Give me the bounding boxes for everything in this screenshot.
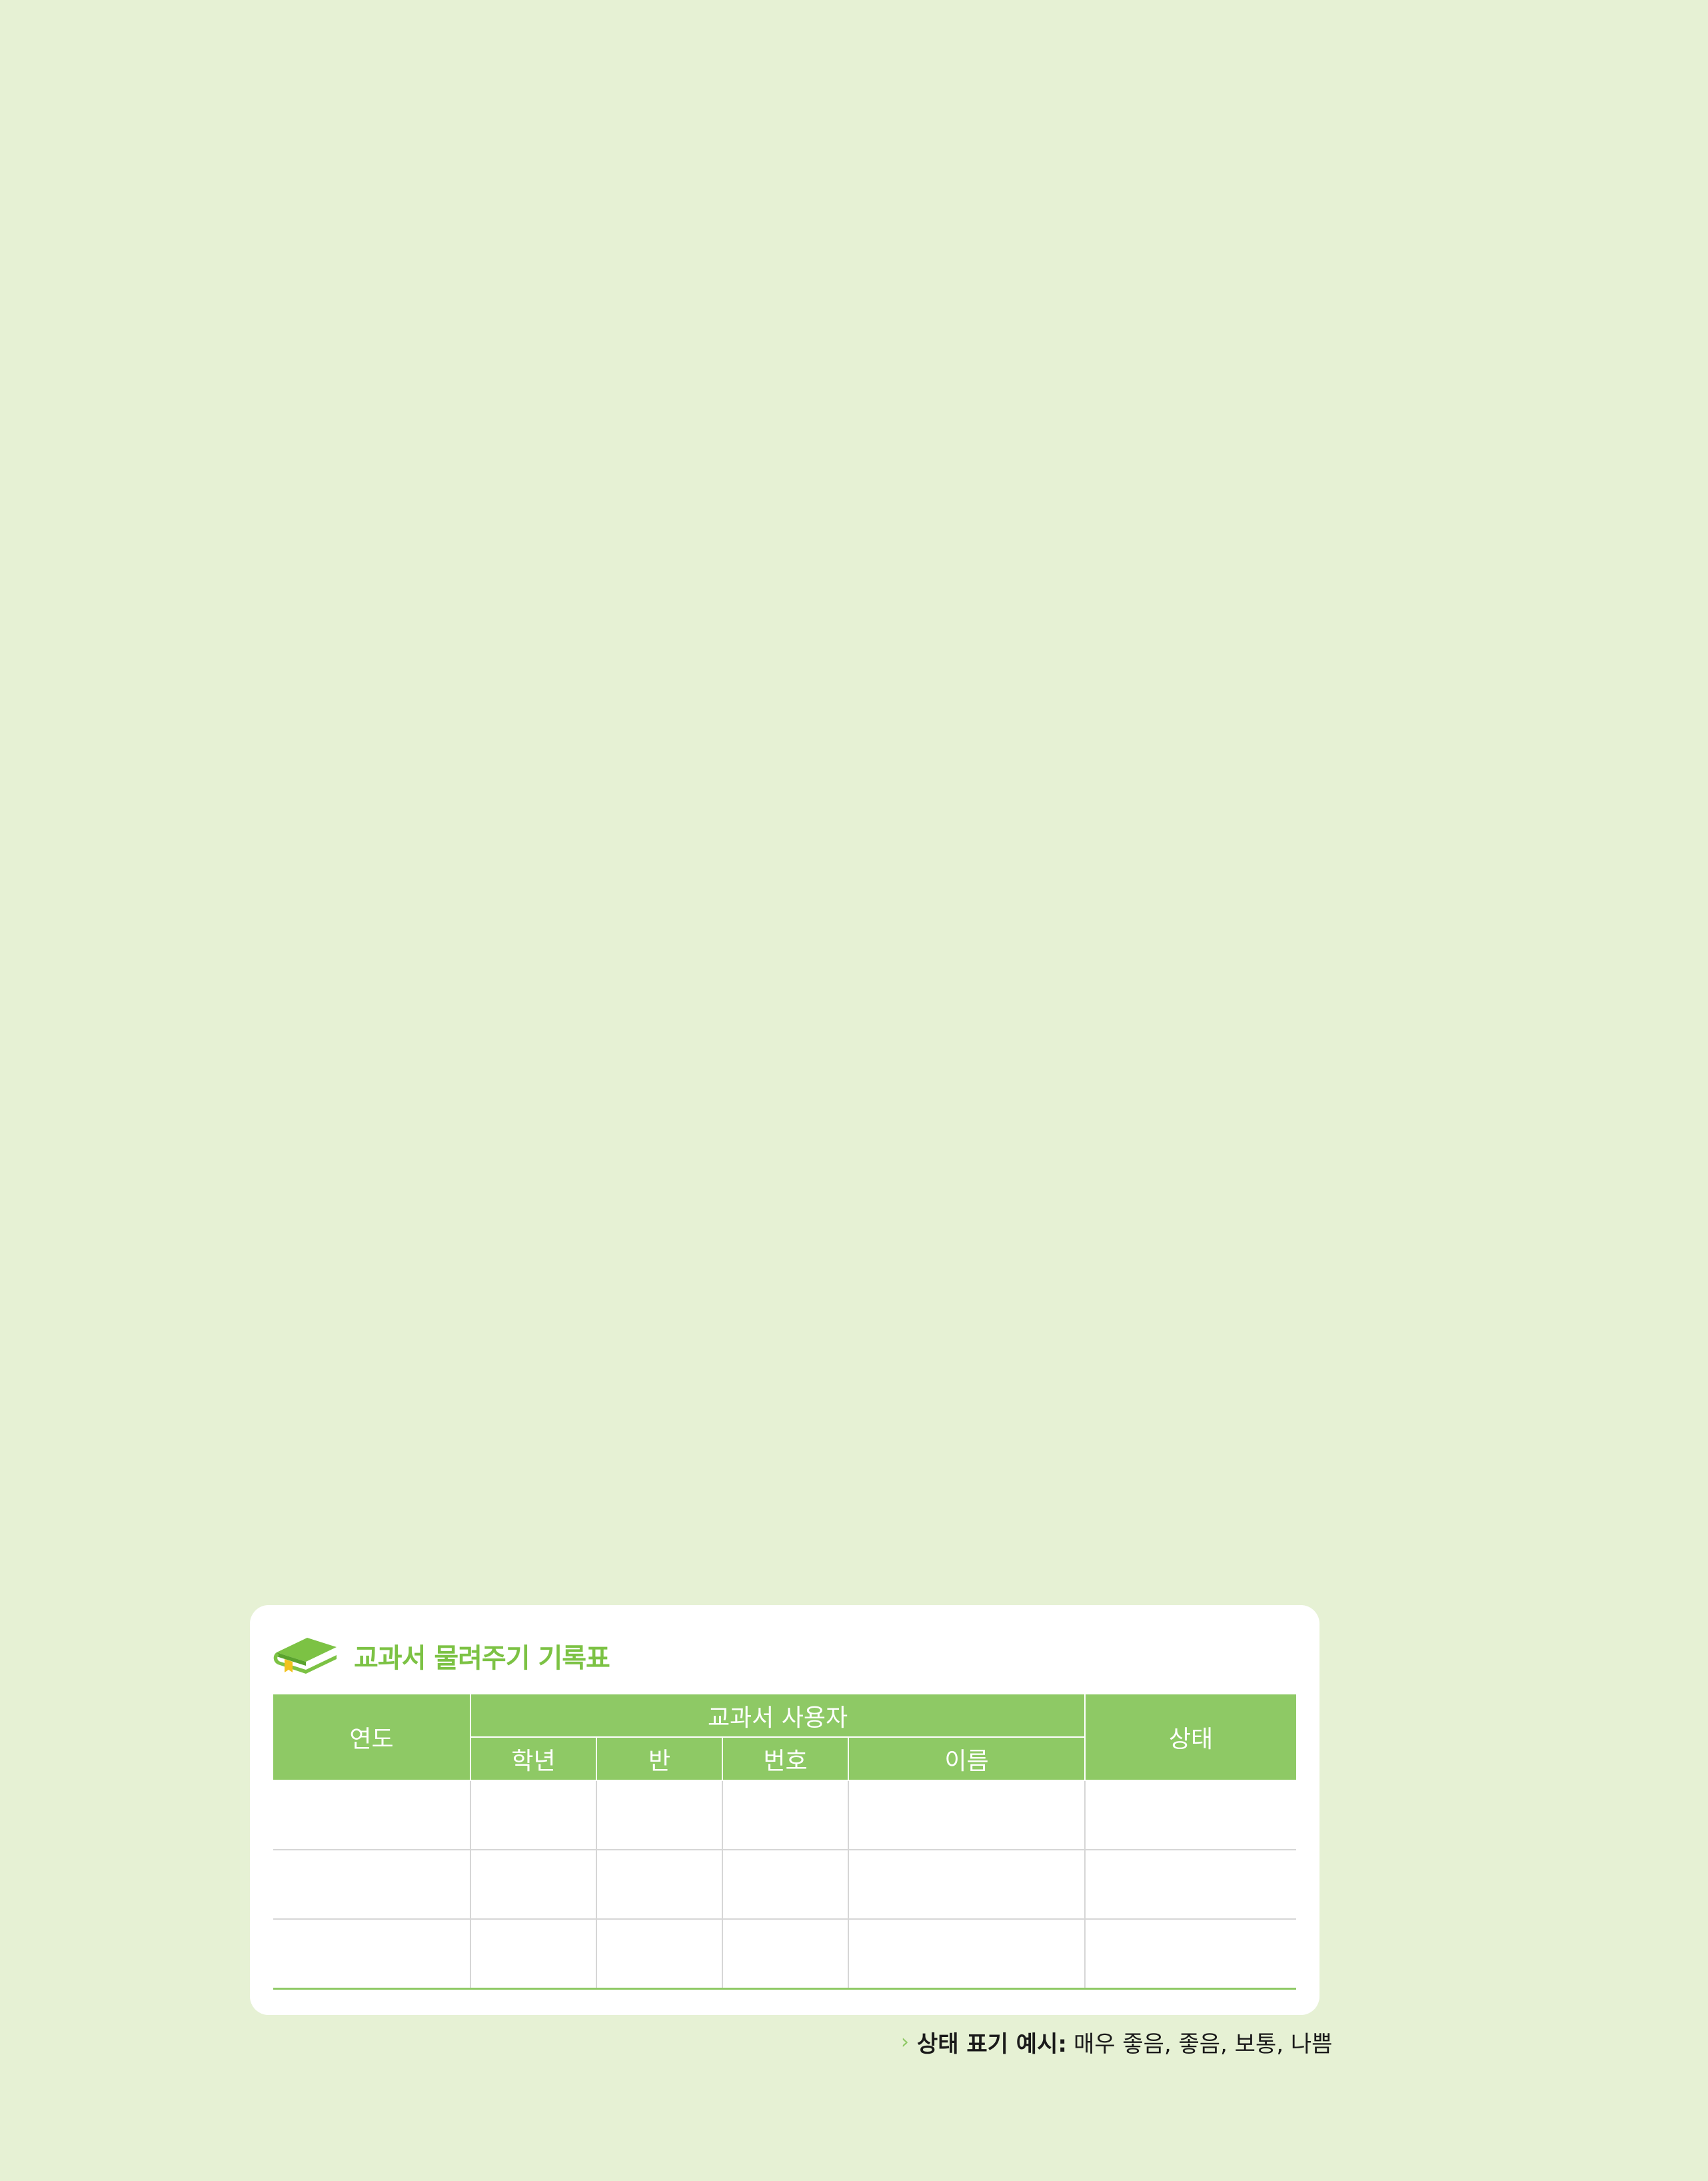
class-cell[interactable] <box>596 1849 723 1920</box>
grade-header: 학년 <box>470 1736 597 1781</box>
book-icon <box>273 1638 337 1674</box>
name-header: 이름 <box>847 1736 1086 1781</box>
table-row <box>273 1849 1297 1920</box>
chevron-right-icon: › <box>901 2030 909 2054</box>
header-row: 연도 교과서 사용자 상태 <box>273 1694 1297 1781</box>
card-header: 교과서 물려주기 기록표 <box>273 1629 610 1682</box>
card-title: 교과서 물려주기 기록표 <box>354 1643 610 1674</box>
table-row <box>273 1918 1297 1990</box>
name-cell[interactable] <box>847 1918 1086 1990</box>
name-cell[interactable] <box>847 1780 1086 1850</box>
number-cell[interactable] <box>722 1918 849 1990</box>
year-header: 연도 <box>273 1694 471 1781</box>
year-cell[interactable] <box>273 1918 471 1990</box>
status-note: › 상태 표기 예시: 매우 좋음, 좋음, 보통, 나쁨 <box>901 2025 1332 2058</box>
class-header: 반 <box>596 1736 723 1781</box>
class-cell[interactable] <box>596 1780 723 1850</box>
status-note-label: 상태 표기 예시: <box>917 2030 1067 2058</box>
table-row <box>273 1780 1297 1850</box>
textbook-record-card: 교과서 물려주기 기록표 연도 교과서 사용자 상태 학년 반 번호 이름 <box>250 1605 1319 2015</box>
grade-cell[interactable] <box>470 1918 597 1990</box>
record-table: 연도 교과서 사용자 상태 학년 반 번호 이름 <box>273 1694 1297 1990</box>
grade-cell[interactable] <box>470 1849 597 1920</box>
status-cell[interactable] <box>1084 1849 1297 1920</box>
status-cell[interactable] <box>1084 1780 1297 1850</box>
year-cell[interactable] <box>273 1849 471 1920</box>
status-cell[interactable] <box>1084 1918 1297 1990</box>
name-cell[interactable] <box>847 1849 1086 1920</box>
year-cell[interactable] <box>273 1780 471 1850</box>
status-note-text: 매우 좋음, 좋음, 보통, 나쁨 <box>1073 2030 1333 2058</box>
number-cell[interactable] <box>722 1780 849 1850</box>
grade-cell[interactable] <box>470 1780 597 1850</box>
class-cell[interactable] <box>596 1918 723 1990</box>
number-cell[interactable] <box>722 1849 849 1920</box>
number-header: 번호 <box>722 1736 849 1781</box>
user-group-header: 교과서 사용자 <box>469 1694 1086 1738</box>
status-header: 상태 <box>1084 1694 1297 1781</box>
